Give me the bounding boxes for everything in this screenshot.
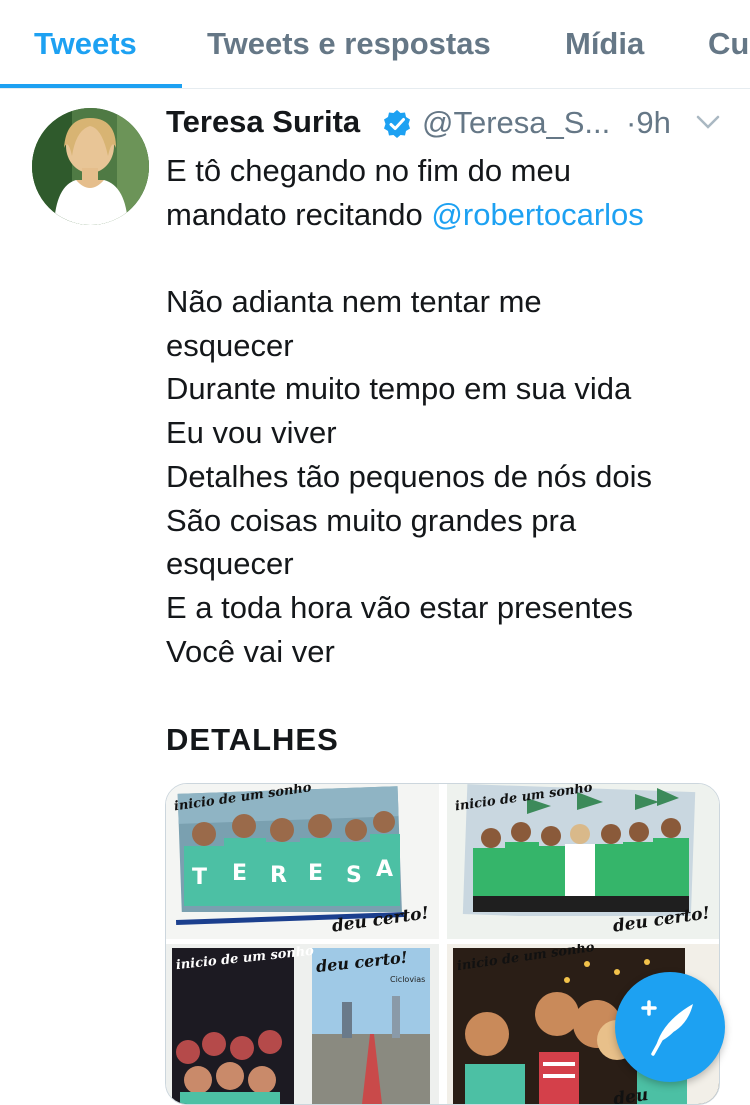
compose-tweet-icon <box>641 1000 693 1056</box>
compose-tweet-button[interactable] <box>615 972 725 1082</box>
avatar[interactable] <box>32 108 149 225</box>
svg-text:S: S <box>346 863 362 888</box>
chevron-down-icon[interactable] <box>696 114 720 130</box>
svg-text:T: T <box>192 865 207 890</box>
lyric-line: Durante muito tempo em sua vida <box>166 371 632 407</box>
svg-text:E: E <box>308 861 323 886</box>
media-photo-1[interactable]: TER ESA inicio de um sonho deu certo! <box>166 784 439 939</box>
lyric-line: esquecer <box>166 327 294 363</box>
svg-text:A: A <box>376 857 393 882</box>
lyric-line: Detalhes tão pequenos de nós dois <box>166 458 653 494</box>
author-handle[interactable]: @Teresa_S... <box>422 105 610 141</box>
mention-link[interactable]: @robertocarlos <box>431 197 643 232</box>
tweet-line-text: mandato recitando <box>166 196 432 232</box>
tab-likes[interactable]: Cu <box>708 26 749 62</box>
tweet-heading: DETALHES <box>166 722 339 757</box>
tweet-line: E tô chegando no fim do meu <box>166 153 571 188</box>
author-name[interactable]: Teresa Surita <box>166 104 360 140</box>
media-3-caption: Ciclovias <box>390 975 425 984</box>
media-photo-2[interactable]: inicio de um sonho deu certo! <box>447 784 719 939</box>
lyric-line: São coisas muito grandes pra <box>166 502 577 538</box>
lyric-line: esquecer <box>166 546 294 582</box>
media-photo-3[interactable]: inicio de um sonho deu certo! Ciclovias <box>166 944 439 1104</box>
verified-badge-icon <box>384 110 410 138</box>
tab-tweets[interactable]: Tweets <box>34 26 137 62</box>
tweet-line: mandato recitando @robertocarlos <box>166 193 726 237</box>
tab-tweets-and-replies[interactable]: Tweets e respostas <box>207 26 491 62</box>
lyric-line: Você vai ver <box>166 633 335 669</box>
lyric-line: Eu vou viver <box>166 415 337 451</box>
svg-text:E: E <box>232 861 247 886</box>
active-tab-indicator <box>0 84 182 88</box>
profile-tabs: Tweets Tweets e respostas Mídia Cu <box>0 0 750 89</box>
tweet-header: Teresa Surita @Teresa_S... ·9h <box>166 104 726 144</box>
tweet-text: E tô chegando no fim do meu mandato reci… <box>166 149 726 673</box>
tab-media[interactable]: Mídia <box>565 26 644 62</box>
lyric-line: E a toda hora vão estar presentes <box>166 589 634 625</box>
lyric-line: Não adianta nem tentar me <box>166 284 542 320</box>
svg-text:R: R <box>270 863 287 888</box>
tweet-timestamp[interactable]: ·9h <box>626 105 671 141</box>
